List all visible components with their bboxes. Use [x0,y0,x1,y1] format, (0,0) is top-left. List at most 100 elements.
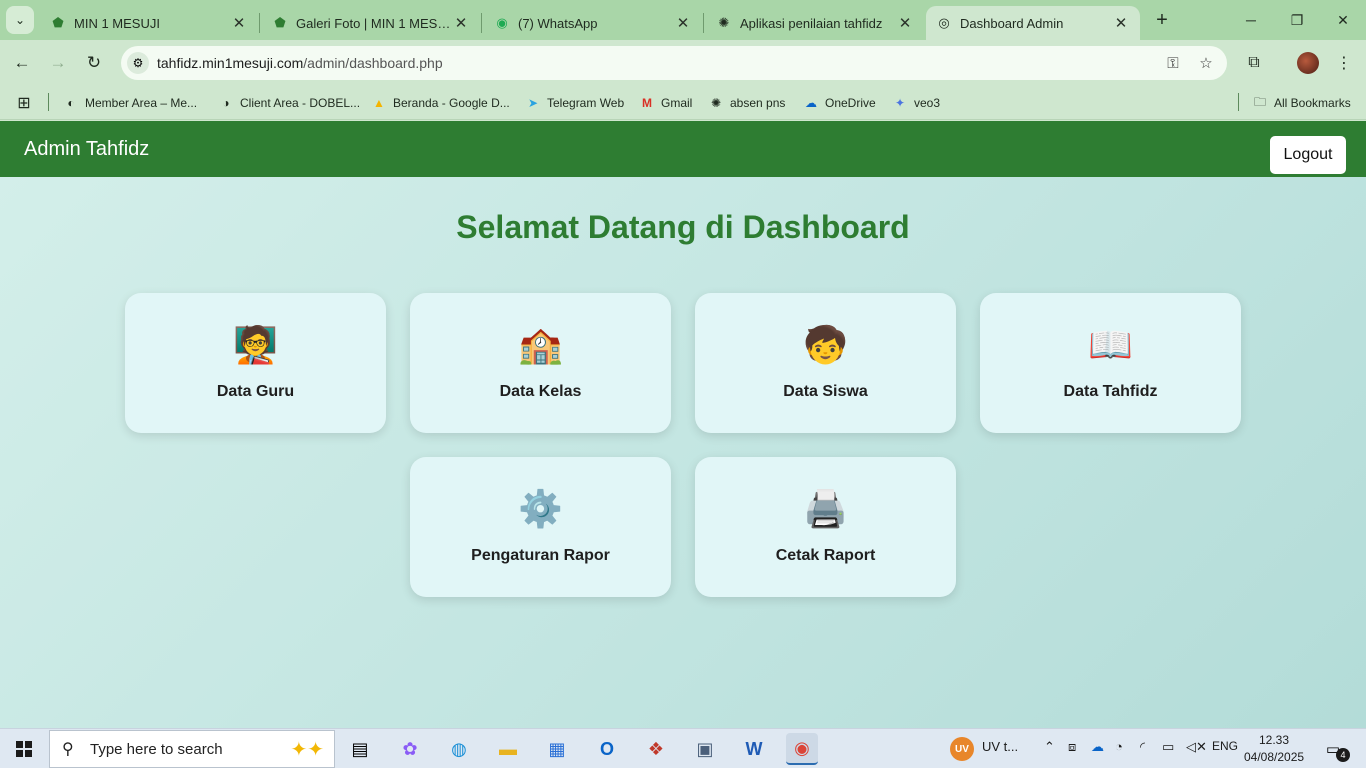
start-button[interactable] [0,729,48,768]
folder-icon: ▬ [499,738,517,759]
microsoft-store-app[interactable]: ▦ [541,733,573,765]
weather-uv-label[interactable]: UV t... [982,739,1018,754]
member-area-icon: ◐ [67,96,75,110]
close-icon: ✕ [1337,11,1349,28]
card-cetak-raport[interactable]: 🖨️ Cetak Raport [695,457,956,597]
taskbar-search-box[interactable]: ⚲ Type here to search ✦✦ [49,730,335,768]
card-data-kelas[interactable]: 🏫 Data Kelas [410,293,671,433]
onedrive-icon: ☁ [805,96,817,110]
tab-title: (7) WhatsApp [518,15,598,31]
school-logo-icon: ⬟ [52,15,64,30]
bookmark-absen-pns[interactable]: ✺ absen pns [708,92,785,114]
security-tray[interactable]: ◔ [1115,739,1123,754]
forward-button[interactable]: → [44,49,72,77]
tab-separator [703,13,704,33]
restore-button[interactable]: ❐ [1274,0,1320,40]
battery-icon: ▭ [1162,739,1175,754]
minimize-button[interactable]: ─ [1228,0,1274,40]
all-bookmarks-button[interactable]: 🗀 All Bookmarks [1252,92,1351,114]
show-hidden-icons-button[interactable]: ⌃ [1044,739,1055,755]
gear-icon: ⚙️ [518,488,563,529]
browser-tab-bar: ⌄ ⬟ MIN 1 MESUJI ✕ ⬟ Galeri Foto | MIN 1… [0,0,1366,40]
tab-dashboard-admin[interactable]: ◎ Dashboard Admin ✕ [926,6,1140,40]
search-placeholder: Type here to search [90,740,223,758]
microsoft-365-app[interactable]: ❖ [640,733,672,765]
edge-app[interactable]: ◍ [443,733,475,765]
tab-aplikasi-penilaian[interactable]: ✺ Aplikasi penilaian tahfidz ✕ [706,6,924,40]
back-button[interactable]: ← [8,49,36,77]
bookmark-client-area[interactable]: ◑ Client Area - DOBEL... [218,92,360,114]
chrome-icon: ◉ [794,737,810,758]
bookmark-google-drive[interactable]: ▲ Beranda - Google D... [371,92,510,114]
edge-icon: ◍ [451,738,467,759]
volume-tray[interactable]: ◁✕ [1186,739,1207,755]
bookmark-label: Beranda - Google D... [393,96,510,110]
store-icon: ▦ [548,738,566,759]
logout-button[interactable]: Logout [1270,136,1346,174]
openai-icon: ✺ [718,15,730,30]
power-tray[interactable]: ▭ [1162,739,1174,755]
chevron-down-icon: ⌄ [14,13,26,27]
bookmark-star-icon[interactable]: ☆ [1194,51,1218,75]
bookmarks-separator [1238,93,1239,111]
weather-uv-badge[interactable]: UV [950,737,974,761]
tab-separator [259,13,260,33]
minimize-icon: ─ [1246,12,1256,28]
tab-search-button[interactable]: ⌄ [6,6,34,34]
close-icon[interactable]: ✕ [452,14,470,32]
card-pengaturan-rapor[interactable]: ⚙️ Pengaturan Rapor [410,457,671,597]
reload-icon: ↻ [86,53,102,72]
app-header: Admin Tahfidz Logout [0,121,1366,177]
taskbar-clock[interactable]: 12.33 04/08/2025 [1244,732,1304,766]
reload-button[interactable]: ↻ [80,49,108,77]
word-icon: W [745,738,763,759]
task-view-icon: ▤ [351,738,369,759]
card-data-guru[interactable]: 🧑‍🏫 Data Guru [125,293,386,433]
word-app[interactable]: W [738,733,770,765]
tab-min1mesuji[interactable]: ⬟ MIN 1 MESUJI ✕ [40,6,258,40]
bookmark-gmail[interactable]: M Gmail [639,92,692,114]
chrome-app[interactable]: ◉ [786,733,818,765]
file-explorer-app[interactable]: ▬ [492,733,524,765]
tab-galeri-foto[interactable]: ⬟ Galeri Foto | MIN 1 MESUJI ✕ [262,6,480,40]
clock-date: 04/08/2025 [1244,750,1305,764]
apps-button[interactable]: ⊞ [16,92,38,114]
clock-time: 12.33 [1258,733,1290,747]
card-data-siswa[interactable]: 🧒 Data Siswa [695,293,956,433]
folder-icon: 🗀 [1253,94,1266,109]
address-bar[interactable]: ⚙ tahfidz.min1mesuji.com/admin/dashboard… [121,46,1227,80]
outlook-app[interactable]: O [591,733,623,765]
password-key-icon[interactable]: ⚿ [1161,51,1185,75]
task-view-button[interactable]: ▤ [344,733,376,765]
windows-taskbar: ⚲ Type here to search ✦✦ ▤ ✿ ◍ ▬ ▦ O ❖ ▣… [0,728,1366,768]
onedrive-tray[interactable]: ☁ [1091,739,1104,755]
extensions-button[interactable]: ⧉ [1241,50,1267,76]
bookmark-onedrive[interactable]: ☁ OneDrive [803,92,876,114]
new-tab-button[interactable]: + [1150,8,1174,32]
language-indicator[interactable]: ENG [1212,739,1238,753]
card-data-tahfidz[interactable]: 📖 Data Tahfidz [980,293,1241,433]
url-text[interactable]: tahfidz.min1mesuji.com/admin/dashboard.p… [157,55,1161,71]
copilot-app[interactable]: ✿ [394,733,426,765]
close-icon[interactable]: ✕ [896,14,914,32]
network-tray[interactable]: ◜ [1140,739,1145,755]
profile-avatar[interactable] [1297,52,1319,74]
copilot-sparkle-icon: ✦✦ [290,738,324,761]
close-icon[interactable]: ✕ [230,14,248,32]
bookmark-label: veo3 [914,96,941,110]
tab-title: MIN 1 MESUJI [74,15,160,31]
meet-now-tray[interactable]: ⧈ [1068,739,1076,755]
tab-whatsapp[interactable]: ◉ (7) WhatsApp ✕ [484,6,702,40]
google-drive-icon: ▲ [373,96,385,110]
bookmark-member-area[interactable]: ◐ Member Area – Me... [63,92,197,114]
bookmark-telegram[interactable]: ➤ Telegram Web [525,92,624,114]
app-brand[interactable]: Admin Tahfidz [24,138,149,161]
camera-icon: ⧈ [1068,739,1077,754]
site-info-icon[interactable]: ⚙ [127,52,149,74]
close-icon[interactable]: ✕ [674,14,692,32]
browser-menu-button[interactable]: ⋮ [1331,50,1357,76]
news-app[interactable]: ▣ [689,733,721,765]
close-icon[interactable]: ✕ [1112,14,1130,32]
close-window-button[interactable]: ✕ [1320,0,1366,40]
bookmark-veo3[interactable]: ✦ veo3 [892,92,940,114]
